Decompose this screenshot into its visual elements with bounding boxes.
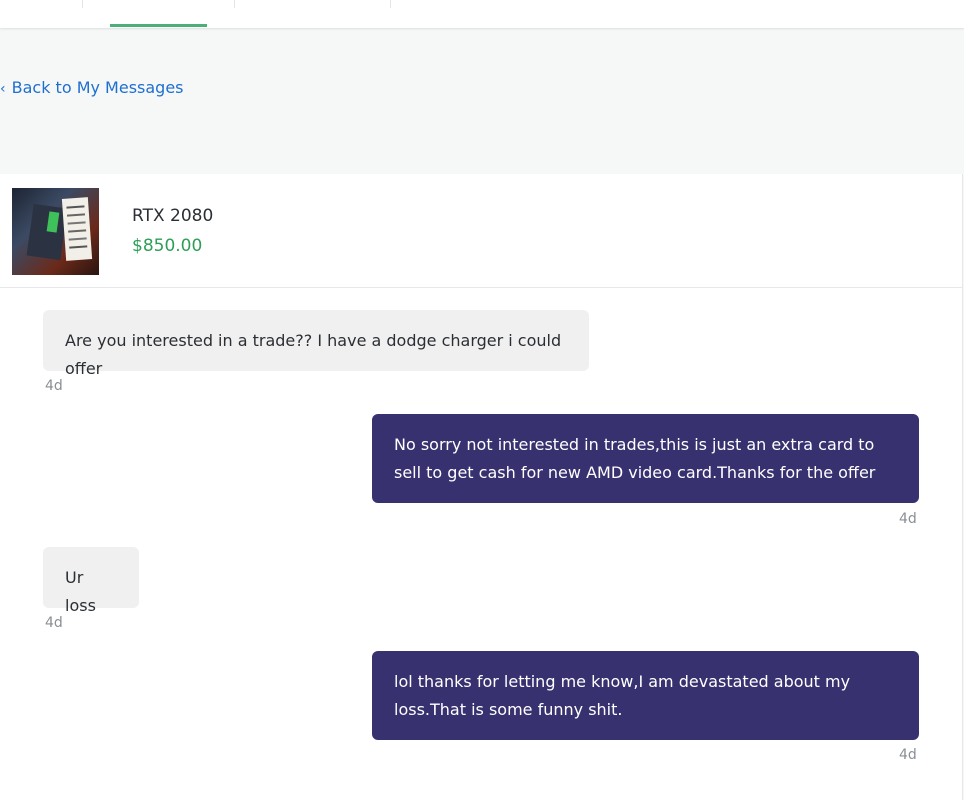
listing-header[interactable]: RTX 2080 $850.00 xyxy=(0,174,962,288)
listing-thumbnail[interactable] xyxy=(12,188,99,275)
message-bubble-incoming: Are you interested in a trade?? I have a… xyxy=(43,310,589,378)
message-bubble-outgoing: No sorry not interested in trades,this i… xyxy=(372,414,919,503)
back-to-messages-link[interactable]: ‹ Back to My Messages xyxy=(0,78,184,99)
message-thread: RTX 2080 $850.00 Are you interested in a… xyxy=(0,174,963,800)
message-timestamp: 4d xyxy=(899,747,917,763)
back-link-label: Back to My Messages xyxy=(11,78,184,97)
tab-divider xyxy=(234,0,235,8)
message-timestamp: 4d xyxy=(45,378,63,394)
message-timestamp: 4d xyxy=(899,511,917,527)
top-nav-bar xyxy=(0,0,964,28)
chevron-left-icon: ‹ xyxy=(0,81,6,97)
listing-price: $850.00 xyxy=(132,236,203,256)
tab-divider xyxy=(390,0,391,8)
message-bubble-incoming: Ur loss xyxy=(43,547,139,615)
message-timestamp: 4d xyxy=(45,615,63,631)
active-tab-indicator xyxy=(110,24,207,27)
message-bubble-outgoing: lol thanks for letting me know,I am deva… xyxy=(372,651,919,740)
tab-divider xyxy=(82,0,83,8)
listing-title[interactable]: RTX 2080 xyxy=(132,206,213,226)
